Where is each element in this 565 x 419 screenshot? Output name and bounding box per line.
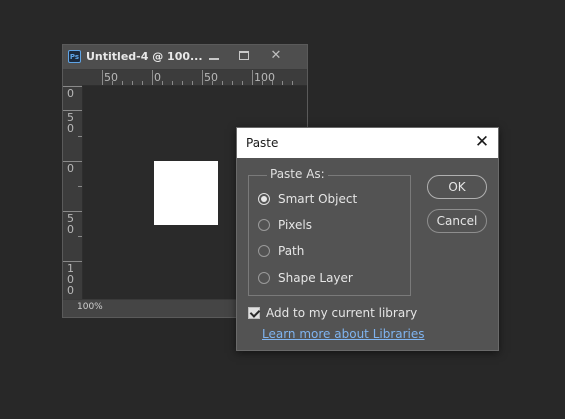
learn-more-link[interactable]: Learn more about Libraries <box>262 327 425 341</box>
ruler-label: 0 <box>67 122 74 135</box>
radio-label: Pixels <box>278 218 313 232</box>
ruler-tick <box>282 81 283 85</box>
canvas-white-layer <box>154 161 218 225</box>
maximize-icon <box>239 51 249 60</box>
ruler-tick <box>232 81 233 85</box>
ruler-horizontal[interactable]: 50 0 50 100 <box>82 70 307 86</box>
ruler-tick <box>202 70 203 85</box>
ruler-label: 0 <box>67 87 74 100</box>
radio-label: Smart Object <box>278 192 358 206</box>
ruler-tick <box>252 70 253 85</box>
radio-shape-layer[interactable]: Shape Layer <box>258 269 353 287</box>
maximize-button[interactable] <box>229 45 259 69</box>
ruler-tick <box>182 81 183 85</box>
radio-button[interactable] <box>258 272 270 284</box>
library-checkbox[interactable] <box>248 307 260 319</box>
paste-as-label: Paste As: <box>267 167 328 181</box>
library-checkbox-row[interactable]: Add to my current library <box>248 306 417 320</box>
cancel-button[interactable]: Cancel <box>427 209 487 233</box>
ruler-tick <box>212 81 213 85</box>
ruler-tick <box>63 86 82 87</box>
ruler-label: 50 <box>204 71 218 84</box>
ruler-corner[interactable] <box>63 70 83 86</box>
ruler-label: 0 <box>67 284 74 297</box>
document-titlebar[interactable]: Ps Untitled-4 @ 100... ✕ <box>63 45 307 70</box>
document-title: Untitled-4 @ 100... <box>86 50 203 63</box>
close-icon: ✕ <box>270 48 282 63</box>
ruler-label: 0 <box>154 71 161 84</box>
ruler-tick <box>78 186 82 187</box>
ruler-tick <box>242 81 243 85</box>
ruler-tick <box>192 81 193 85</box>
dialog-title: Paste <box>246 136 279 150</box>
ruler-tick <box>78 136 82 137</box>
ruler-tick <box>102 70 103 85</box>
radio-button[interactable] <box>258 219 270 231</box>
ruler-tick <box>63 110 82 111</box>
radio-pixels[interactable]: Pixels <box>258 216 312 234</box>
ruler-label: 0 <box>67 223 74 236</box>
ruler-tick <box>63 261 82 262</box>
dialog-titlebar[interactable]: Paste ✕ <box>237 128 498 158</box>
zoom-level[interactable]: 100% <box>77 302 103 312</box>
close-icon: ✕ <box>474 132 490 152</box>
ruler-tick <box>132 81 133 85</box>
radio-path[interactable]: Path <box>258 242 304 260</box>
ps-icon: Ps <box>68 50 81 63</box>
ruler-tick <box>63 161 82 162</box>
ruler-tick <box>152 70 153 85</box>
ruler-tick <box>262 81 263 85</box>
paste-dialog[interactable]: Paste ✕ Paste As: Smart Object Pixels Pa… <box>236 127 499 351</box>
dialog-close-button[interactable]: ✕ <box>472 132 492 152</box>
ruler-label: 0 <box>67 162 74 175</box>
radio-button[interactable] <box>258 193 270 205</box>
ruler-tick <box>142 81 143 85</box>
ruler-tick <box>112 81 113 85</box>
radio-button[interactable] <box>258 245 270 257</box>
ruler-tick <box>122 81 123 85</box>
close-window-button[interactable]: ✕ <box>261 45 291 69</box>
ruler-label: 50 <box>104 71 118 84</box>
radio-smart-object[interactable]: Smart Object <box>258 190 357 208</box>
minimize-icon <box>209 57 219 60</box>
radio-label: Path <box>278 244 305 258</box>
ok-button[interactable]: OK <box>427 175 487 199</box>
ruler-tick <box>272 81 273 85</box>
ruler-tick <box>172 81 173 85</box>
ruler-tick <box>222 81 223 85</box>
ruler-vertical[interactable]: 0 5 0 0 5 0 1 0 0 <box>63 85 83 300</box>
ruler-tick <box>78 236 82 237</box>
radio-label: Shape Layer <box>278 271 353 285</box>
library-checkbox-label: Add to my current library <box>266 306 418 320</box>
ruler-tick <box>63 211 82 212</box>
ruler-tick <box>162 81 163 85</box>
minimize-button[interactable] <box>199 45 229 69</box>
ruler-tick <box>292 81 293 85</box>
